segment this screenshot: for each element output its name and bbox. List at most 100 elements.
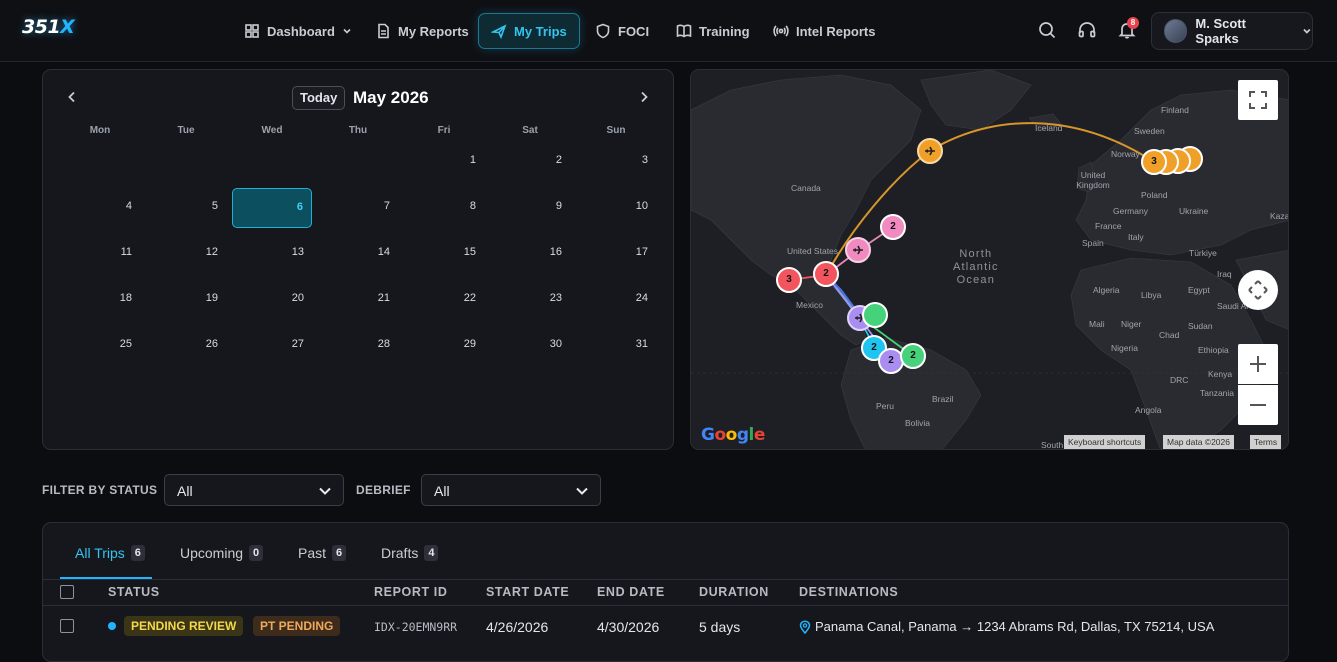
nav-dashboard[interactable]: Dashboard [232, 13, 364, 49]
nav-training[interactable]: Training [664, 13, 762, 49]
route-plane-marker[interactable] [917, 138, 943, 164]
column-header-status[interactable]: STATUS [108, 585, 160, 599]
header-divider [43, 605, 1288, 606]
tab-past[interactable]: Past 6 [298, 545, 347, 561]
nav-foci[interactable]: FOCI [583, 13, 661, 49]
calendar-day[interactable]: 8 [404, 188, 484, 228]
calendar-day[interactable]: 31 [576, 326, 656, 366]
calendar-day[interactable]: 19 [146, 280, 226, 320]
calendar-day[interactable]: 26 [146, 326, 226, 366]
map-label-angola: Angola [1135, 405, 1162, 415]
calendar-day[interactable]: 13 [232, 234, 312, 274]
column-header-start-date[interactable]: START DATE [486, 585, 569, 599]
calendar-day[interactable]: 21 [318, 280, 398, 320]
weekday-header: Tue [177, 125, 195, 136]
tab-count: 4 [424, 545, 439, 561]
calendar-day[interactable]: 7 [318, 188, 398, 228]
map-label-peru: Peru [876, 401, 894, 411]
calendar-day[interactable]: 1 [404, 142, 484, 182]
select-all-checkbox[interactable] [60, 585, 74, 599]
map-cluster-marker[interactable]: 2 [813, 261, 839, 287]
fullscreen-button[interactable] [1238, 80, 1278, 120]
calendar-day[interactable]: 28 [318, 326, 398, 366]
calendar-day-selected[interactable]: 6 [232, 188, 312, 228]
map-label-sweden: Sweden [1134, 126, 1165, 136]
map-label-iceland: Iceland [1035, 123, 1063, 133]
calendar-day[interactable]: 15 [404, 234, 484, 274]
terms-link[interactable]: Terms [1250, 435, 1282, 449]
report-id[interactable]: IDX-20EMN9RR [374, 620, 457, 634]
calendar-day[interactable]: 27 [232, 326, 312, 366]
nav-intel-reports[interactable]: Intel Reports [761, 13, 887, 49]
today-button[interactable]: Today [292, 86, 346, 110]
calendar-day[interactable]: 18 [60, 280, 140, 320]
support-button[interactable] [1077, 20, 1099, 42]
map-label-turkiye: Türkiye [1189, 248, 1217, 258]
calendar-day[interactable]: 5 [146, 188, 226, 228]
calendar-day[interactable]: 3 [576, 142, 656, 182]
calendar-day[interactable]: 12 [146, 234, 226, 274]
column-header-destinations[interactable]: DESTINATIONS [799, 585, 898, 599]
user-menu[interactable]: M. Scott Sparks [1151, 12, 1313, 50]
calendar-day[interactable]: 11 [60, 234, 140, 274]
notifications-button[interactable]: 8 [1117, 17, 1139, 42]
nav-training-label: Training [699, 23, 750, 39]
nav-my-reports-label: My Reports [398, 23, 469, 39]
column-header-report-id[interactable]: REPORT ID [374, 585, 447, 599]
column-header-end-date[interactable]: END DATE [597, 585, 665, 599]
book-icon [676, 24, 692, 38]
app-logo[interactable]: 351X [22, 16, 75, 38]
map-label-sudan: Sudan [1188, 321, 1213, 331]
tab-label: Past [298, 545, 327, 561]
calendar-day[interactable]: 17 [576, 234, 656, 274]
calendar-month-title: May 2026 [353, 88, 429, 107]
calendar-day[interactable]: 4 [60, 188, 140, 228]
map-label-mali: Mali [1089, 319, 1105, 329]
calendar-day[interactable]: 25 [60, 326, 140, 366]
trips-table-card: All Trips 6 Upcoming 0 Past 6 Drafts 4 S… [42, 522, 1289, 662]
tab-upcoming[interactable]: Upcoming 0 [180, 545, 264, 561]
weekday-header: Sat [522, 125, 538, 136]
map-cluster-marker[interactable]: 2 [900, 343, 926, 369]
calendar-day[interactable]: 24 [576, 280, 656, 320]
nav-foci-label: FOCI [618, 23, 650, 39]
map-cluster-marker[interactable]: 3 [776, 267, 802, 293]
debrief-filter-select[interactable]: All [421, 474, 601, 506]
tab-drafts[interactable]: Drafts 4 [381, 545, 439, 561]
map-cluster-marker[interactable] [862, 302, 888, 328]
calendar-day[interactable]: 20 [232, 280, 312, 320]
calendar-day[interactable]: 29 [404, 326, 484, 366]
map-label-tanzania: Tanzania [1200, 388, 1235, 398]
nav-my-reports[interactable]: My Reports [363, 13, 481, 49]
tab-all-trips[interactable]: All Trips 6 [75, 545, 145, 561]
column-header-duration[interactable]: DURATION [699, 585, 769, 599]
nav-my-trips[interactable]: My Trips [478, 13, 580, 49]
calendar-day[interactable]: 9 [490, 188, 570, 228]
calendar-day[interactable]: 14 [318, 234, 398, 274]
map-label-south: South [1041, 440, 1064, 450]
calendar-day[interactable]: 16 [490, 234, 570, 274]
map-label-libya: Libya [1141, 290, 1162, 300]
map-label-france: France [1095, 221, 1122, 231]
map-cluster-marker[interactable]: 3 [1141, 149, 1167, 175]
keyboard-shortcuts-link[interactable]: Keyboard shortcuts [1064, 435, 1146, 449]
zoom-out-button[interactable] [1238, 385, 1278, 425]
calendar-day[interactable]: 23 [490, 280, 570, 320]
status-filter-select[interactable]: All [164, 474, 344, 506]
map-cluster-marker[interactable]: 2 [880, 214, 906, 240]
calendar-day[interactable]: 10 [576, 188, 656, 228]
map-label-iraq: Iraq [1217, 269, 1232, 279]
calendar-day[interactable]: 2 [490, 142, 570, 182]
trip-map[interactable]: Finland Sweden Norway Iceland United Kin… [690, 69, 1289, 450]
search-button[interactable] [1037, 20, 1059, 42]
camera-control-button[interactable] [1238, 270, 1278, 310]
zoom-in-button[interactable] [1238, 344, 1278, 384]
calendar-day[interactable]: 30 [490, 326, 570, 366]
map-label-drc: DRC [1170, 375, 1189, 385]
row-checkbox[interactable] [60, 619, 74, 633]
next-month-button[interactable] [637, 90, 653, 106]
map-label-egypt: Egypt [1188, 285, 1210, 295]
prev-month-button[interactable] [65, 90, 81, 106]
calendar-day[interactable]: 22 [404, 280, 484, 320]
route-plane-marker[interactable] [845, 237, 871, 263]
